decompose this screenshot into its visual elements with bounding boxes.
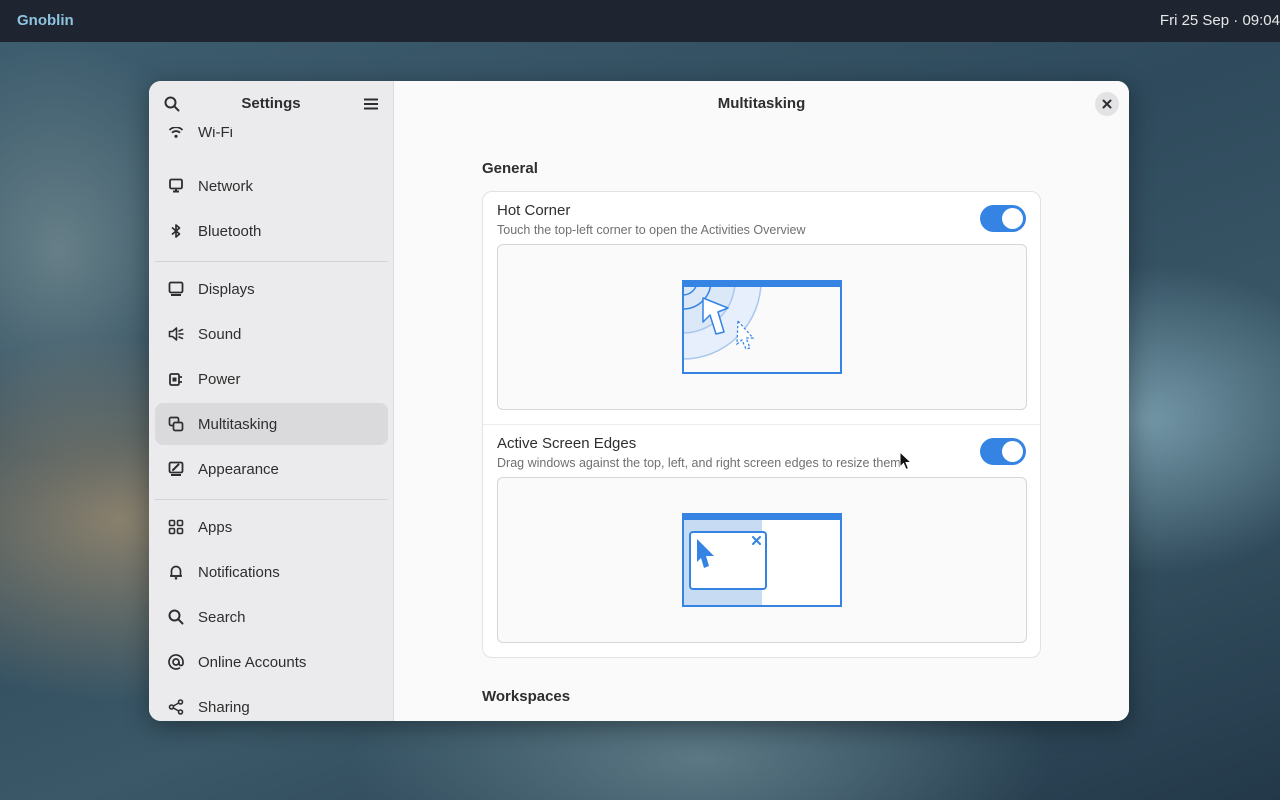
- sidebar-item-label: Sound: [198, 325, 242, 343]
- hot-corner-illustration: [682, 280, 842, 374]
- hot-corner-subtitle: Touch the top-left corner to open the Ac…: [497, 223, 806, 237]
- sidebar-item-label: Wi-Fi: [198, 127, 233, 141]
- network-icon: [168, 178, 184, 194]
- sidebar-item-sharing[interactable]: Sharing: [155, 686, 388, 721]
- section-heading-workspaces: Workspaces: [482, 688, 571, 705]
- hot-corner-toggle[interactable]: [980, 205, 1026, 232]
- clock[interactable]: Fri 25 Sep · 09:04: [1160, 12, 1280, 29]
- sidebar-title: Settings: [241, 95, 301, 112]
- sidebar-item-apps[interactable]: Apps: [155, 506, 388, 548]
- hot-corner-preview: [497, 244, 1027, 410]
- active-edges-illustration: [682, 513, 842, 607]
- active-edges-toggle[interactable]: [980, 438, 1026, 465]
- mouse-pointer-icon: [899, 451, 913, 471]
- sidebar-item-label: Apps: [198, 518, 233, 536]
- apps-grid-icon: [168, 519, 184, 535]
- sidebar-item-label: Network: [198, 177, 254, 195]
- speaker-icon: [168, 326, 184, 342]
- sidebar-item-wifi[interactable]: Wi-Fi: [155, 127, 388, 153]
- sidebar-header: Settings: [149, 81, 393, 127]
- sidebar-item-label: Online Accounts: [198, 653, 307, 671]
- sidebar-item-appearance[interactable]: Appearance: [155, 448, 388, 490]
- top-bar: Gnoblin Fri 25 Sep · 09:04: [0, 0, 1280, 42]
- activities-app-name[interactable]: Gnoblin: [17, 12, 74, 29]
- hamburger-menu-icon: [364, 98, 378, 110]
- close-icon: [1102, 99, 1112, 109]
- sidebar-item-label: Multitasking: [198, 415, 278, 433]
- section-heading-general: General: [482, 160, 538, 177]
- sidebar-item-label: Search: [198, 608, 246, 626]
- sidebar: Settings Wi-Fi Network Bluetooth Display…: [149, 81, 394, 721]
- at-sign-icon: [168, 654, 184, 670]
- sidebar-item-sound[interactable]: Sound: [155, 313, 388, 355]
- bluetooth-icon: [168, 223, 184, 239]
- bell-icon: [168, 564, 184, 580]
- row-separator: [483, 424, 1040, 425]
- wifi-icon: [168, 127, 184, 140]
- sidebar-item-label: Notifications: [198, 563, 280, 581]
- close-button[interactable]: [1095, 92, 1119, 116]
- sidebar-item-label: Displays: [198, 280, 255, 298]
- sidebar-item-label: Bluetooth: [198, 222, 262, 240]
- appearance-icon: [168, 461, 184, 477]
- hot-corner-title: Hot Corner: [497, 202, 571, 219]
- sidebar-item-multitasking[interactable]: Multitasking: [155, 403, 388, 445]
- active-edges-title: Active Screen Edges: [497, 435, 637, 452]
- share-icon: [168, 699, 184, 715]
- sidebar-item-search[interactable]: Search: [155, 596, 388, 638]
- sidebar-item-notifications[interactable]: Notifications: [155, 551, 388, 593]
- sidebar-item-label: Sharing: [198, 698, 250, 716]
- settings-window: Settings Wi-Fi Network Bluetooth Display…: [149, 81, 1129, 721]
- sidebar-item-power[interactable]: Power: [155, 358, 388, 400]
- sidebar-list[interactable]: Wi-Fi Network Bluetooth Displays Sound P…: [149, 127, 393, 721]
- main-menu-button[interactable]: [359, 92, 383, 116]
- search-icon: [168, 609, 184, 625]
- active-edges-subtitle: Drag windows against the top, left, and …: [497, 456, 901, 470]
- sidebar-item-label: Power: [198, 370, 241, 388]
- active-edges-preview: [497, 477, 1027, 643]
- multitasking-icon: [168, 416, 184, 432]
- sidebar-separator: [155, 499, 388, 500]
- sidebar-item-online-accounts[interactable]: Online Accounts: [155, 641, 388, 683]
- sidebar-separator: [155, 261, 388, 262]
- sidebar-item-bluetooth[interactable]: Bluetooth: [155, 210, 388, 252]
- power-plug-icon: [168, 371, 184, 387]
- sidebar-item-displays[interactable]: Displays: [155, 268, 388, 310]
- content-pane: Multitasking General Hot Corner Touch th…: [394, 81, 1129, 721]
- sidebar-item-network[interactable]: Network: [155, 165, 388, 207]
- display-icon: [168, 281, 184, 297]
- general-settings-card: Hot Corner Touch the top-left corner to …: [482, 191, 1041, 658]
- sidebar-item-label: Appearance: [198, 460, 279, 478]
- page-title: Multitasking: [717, 95, 806, 112]
